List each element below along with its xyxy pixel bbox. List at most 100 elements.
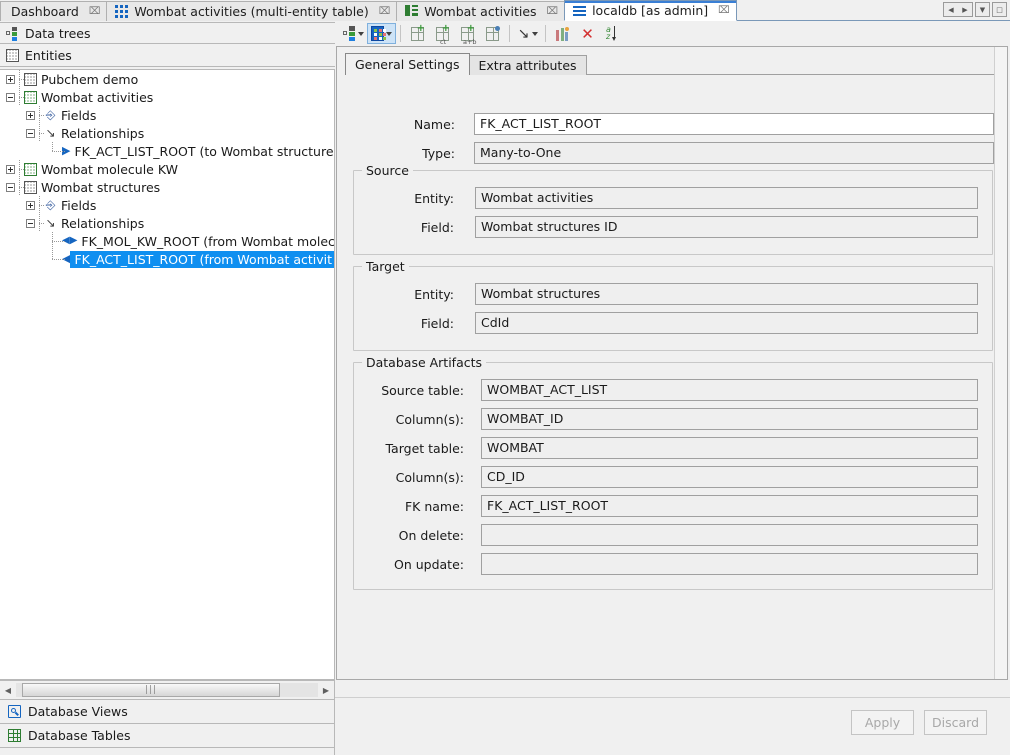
apply-button[interactable]: Apply [851,710,914,735]
tab-label: localdb [as admin] [592,3,708,18]
form-vertical-scrollbar[interactable] [994,47,1007,679]
tab-close-icon[interactable]: ⌧ [718,6,730,16]
add-entity-button[interactable]: + [405,23,430,44]
tree-item-fields[interactable]: ⎆ Fields [0,196,334,214]
expander-minus-icon[interactable] [26,219,35,228]
sidebar-item-database-tables[interactable]: Database Tables [0,724,335,748]
target-legend: Target [362,259,409,274]
left-sidebar: Data trees Entities Pubchem demo Wombat … [0,21,335,755]
target-columns-value: CD_ID [481,466,978,488]
data-tree-view-button[interactable] [340,23,367,44]
scroll-right-icon[interactable]: ▶ [318,686,334,695]
tab-wombat-activities-multi-entity-table[interactable]: Wombat activities (multi-entity table) ⌧ [106,1,397,21]
window-tab-bar: Dashboard ⌧ Wombat activities (multi-ent… [0,0,1010,21]
tab-dashboard[interactable]: Dashboard ⌧ [0,1,107,21]
tab-label: Wombat activities (multi-entity table) [134,4,368,19]
restore-window-icon[interactable]: □ [992,2,1007,17]
tree-item-label: Wombat molecule KW [37,162,178,177]
toolbar-separator [509,25,510,42]
tree-item-fields[interactable]: ⎆ Fields [0,106,334,124]
tab-close-icon[interactable]: ⌧ [89,7,101,17]
tree-item-fk-act-list-root-to[interactable]: ▶ FK_ACT_LIST_ROOT (to Wombat structure [0,142,334,160]
chevron-down-icon[interactable] [358,32,364,36]
sidebar-section-label: Data trees [25,26,90,41]
tab-extra-attributes[interactable]: Extra attributes [469,55,587,75]
expander-plus-icon[interactable] [26,201,35,210]
entity-green-icon [24,163,37,176]
type-label: Type: [337,146,455,161]
tab-wombat-activities[interactable]: Wombat activities ⌧ [396,1,565,21]
tree-horizontal-scrollbar[interactable]: ◀ ||| ▶ [0,680,335,700]
tab-close-icon[interactable]: ⌧ [547,7,559,17]
tree-item-wombat-molecule-kw[interactable]: Wombat molecule KW [0,160,334,178]
tree-item-relationships[interactable]: ↘ Relationships [0,214,334,232]
add-virtual-field-button[interactable] [480,23,505,44]
source-fieldset: Source Entity: Wombat activities Field: … [353,170,993,255]
add-formula-field-button[interactable]: + a+b [455,23,480,44]
grid-view-icon [371,26,384,41]
scroll-left-icon[interactable]: ◀ [0,686,16,695]
list-green-icon [405,5,419,18]
fields-icon: ⎆ [44,199,57,212]
artifact-row: Target table: WOMBAT [354,437,992,459]
target-entity-row: Entity: Wombat structures [354,283,992,305]
tree-connector [35,124,41,142]
sidebar-section-entities[interactable]: Entities [0,45,335,67]
sidebar-item-schema[interactable]: Schema [0,748,335,755]
entity-tree[interactable]: Pubchem demo Wombat activities ⎆ Fields [0,69,335,680]
on-delete-value [481,524,978,546]
chevron-down-icon[interactable] [386,32,392,36]
name-label: Name: [337,117,455,132]
window-controls: ◀ ▶ ▼ □ [943,2,1007,17]
source-field-value: Wombat structures ID [475,216,978,238]
tree-item-label: Pubchem demo [37,72,138,87]
tree-item-fk-mol-kw-root[interactable]: ◀▶ FK_MOL_KW_ROOT (from Wombat molecu [0,232,334,250]
table-grid-icon [8,729,21,742]
add-calculated-field-button[interactable]: + ct [430,23,455,44]
expander-minus-icon[interactable] [6,93,15,102]
expander-minus-icon[interactable] [26,129,35,138]
tab-general-settings[interactable]: General Settings [345,53,470,75]
scrollbar-thumb[interactable]: ||| [22,683,280,697]
chevron-down-icon[interactable] [532,32,538,36]
tree-item-label: Relationships [57,216,144,231]
name-input[interactable]: FK_ACT_LIST_ROOT [474,113,994,135]
sort-button[interactable]: a z [600,23,625,44]
target-fieldset: Target Entity: Wombat structures Field: … [353,266,993,351]
expander-minus-icon[interactable] [6,183,15,192]
expander-plus-icon[interactable] [6,165,15,174]
data-tree-icon [343,26,356,41]
diagonal-arrow-icon: ↘ [517,27,530,40]
discard-button[interactable]: Discard [924,710,987,735]
tab-strip: Dashboard ⌧ Wombat activities (multi-ent… [0,0,1010,21]
data-tree-icon [6,27,19,40]
columns-button[interactable] [550,23,575,44]
application-window: Dashboard ⌧ Wombat activities (multi-ent… [0,0,1010,755]
delete-button[interactable]: ✕ [575,23,600,44]
tree-item-wombat-activities[interactable]: Wombat activities [0,88,334,106]
tab-nav-buttons[interactable]: ◀ ▶ [943,2,973,17]
color-bars-icon [556,27,569,41]
tree-item-pubchem-demo[interactable]: Pubchem demo [0,70,334,88]
tab-close-icon[interactable]: ⌧ [379,7,391,17]
tree-item-fk-act-list-root-from[interactable]: ◀ FK_ACT_LIST_ROOT (from Wombat activit [0,250,334,268]
artifact-row: On update: [354,553,992,575]
tab-label: Dashboard [11,4,79,19]
source-table-label: Source table: [354,383,464,398]
tree-item-wombat-structures[interactable]: Wombat structures [0,178,334,196]
expander-plus-icon[interactable] [6,75,15,84]
tab-list-dropdown-icon[interactable]: ▼ [975,2,990,17]
sidebar-item-database-views[interactable]: Database Views [0,700,335,724]
tab-localdb-as-admin[interactable]: localdb [as admin] ⌧ [564,0,737,21]
tab-nav-forward-icon[interactable]: ▶ [958,6,972,14]
scrollbar-track[interactable]: ||| [16,683,318,697]
tree-item-relationships[interactable]: ↘ Relationships [0,124,334,142]
tab-nav-back-icon[interactable]: ◀ [944,6,958,14]
sort-az-icon: a z [606,26,619,41]
tree-item-label: FK_ACT_LIST_ROOT (to Wombat structure [70,144,333,159]
grid-view-button[interactable] [367,23,396,44]
fk-name-value: FK_ACT_LIST_ROOT [481,495,978,517]
relationship-button[interactable]: ↘ [514,23,541,44]
sidebar-section-data-trees[interactable]: Data trees [0,22,335,44]
expander-plus-icon[interactable] [26,111,35,120]
